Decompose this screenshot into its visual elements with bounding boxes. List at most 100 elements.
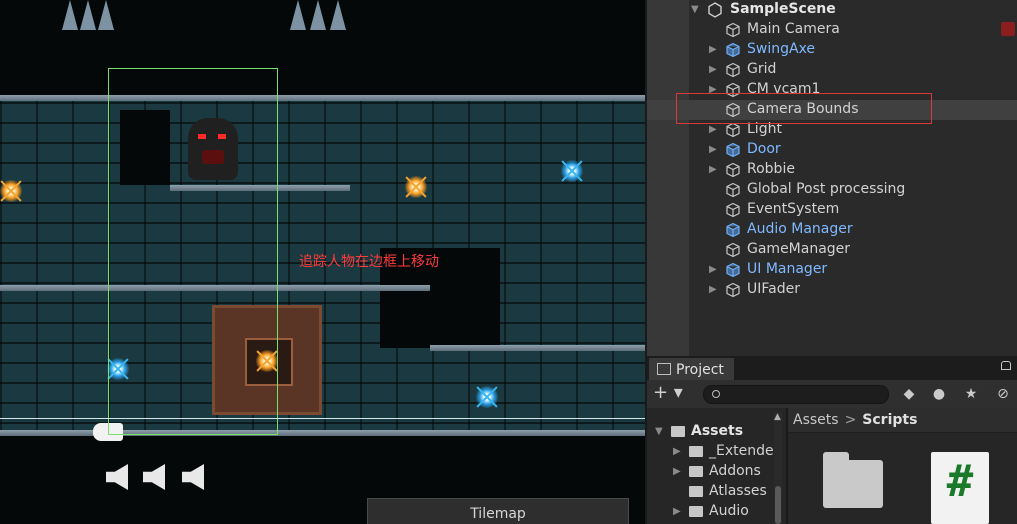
lamp-icon (561, 160, 583, 182)
scroll-up-arrow-icon[interactable]: ▲ (774, 412, 781, 422)
expand-arrow-icon[interactable]: ▶ (709, 124, 717, 135)
prefab-cube-icon (726, 42, 740, 58)
prefab-cube-icon (726, 262, 740, 278)
prefab-cube-icon (726, 222, 740, 238)
hierarchy-item[interactable]: Global Post processing (647, 180, 1017, 200)
project-folder-icon (657, 363, 671, 375)
folder-tree-item[interactable]: ▶ _Extende (647, 442, 785, 462)
spike-icon (330, 0, 346, 30)
hierarchy-item-label: Main Camera (747, 21, 840, 37)
project-panel[interactable]: Project + ▾ ◆ ● ★ ⊘ ▼ Assets ▶ _Extende ▶ Add… (645, 356, 1017, 524)
folder-icon (689, 486, 703, 497)
hierarchy-item[interactable]: ▶ Door (647, 140, 1017, 160)
gameobject-cube-icon (726, 162, 740, 178)
spike-icon (290, 0, 306, 30)
scene-name: SampleScene (730, 1, 836, 17)
lamp-icon (476, 386, 498, 408)
folder-tree-label: Assets (691, 423, 744, 439)
hidden-packages-icon[interactable]: ⊘ (993, 385, 1013, 403)
folder-icon (689, 446, 703, 457)
hierarchy-item-label: SwingAxe (747, 41, 816, 57)
gameobject-cube-icon (726, 22, 740, 38)
create-button[interactable]: + ▾ (653, 384, 683, 402)
csharp-script-icon[interactable]: # (931, 452, 989, 524)
gameobject-cube-icon (726, 182, 740, 198)
search-icon (712, 390, 720, 398)
script-glyph: # (946, 456, 974, 507)
tab-project-label: Project (676, 362, 724, 378)
hierarchy-item[interactable]: ▶ UI Manager (647, 260, 1017, 280)
hierarchy-item[interactable]: ▶ UIFader (647, 280, 1017, 300)
expand-arrow-icon[interactable]: ▶ (709, 164, 717, 175)
project-tab-bar: Project (647, 356, 1017, 380)
breadcrumb-scripts[interactable]: Scripts (862, 412, 917, 428)
annotation-text: 追踪人物在边框上移动 (299, 254, 439, 270)
folder-tree-item[interactable]: ▶ Addons (647, 462, 785, 482)
folder-tree-item[interactable]: Atlasses (647, 482, 785, 502)
torch-icon (0, 180, 22, 202)
camera-bounds-line (0, 418, 645, 419)
hierarchy-item-label: UIFader (747, 281, 800, 297)
tab-project[interactable]: Project (649, 358, 734, 380)
ceiling-ledge (0, 95, 645, 101)
hierarchy-item[interactable]: ▶ SwingAxe (647, 40, 1017, 60)
breadcrumb-separator: > (844, 412, 857, 428)
lock-icon[interactable] (1001, 361, 1011, 370)
hierarchy-item[interactable]: Audio Manager (647, 220, 1017, 240)
camera-dead-zone-frame (108, 68, 278, 435)
spike-icon (80, 0, 96, 30)
expand-arrow-icon[interactable]: ▶ (709, 284, 717, 295)
expand-arrow-icon[interactable]: ▶ (709, 144, 717, 155)
project-folder-tree[interactable]: ▼ Assets ▶ _Extende ▶ Addons Atlasses ▶ Audio (647, 408, 785, 524)
hierarchy-item[interactable]: Main Camera (647, 20, 1017, 40)
favorites-star-icon[interactable]: ★ (961, 385, 981, 403)
folder-icon (671, 426, 685, 437)
folder-icon (689, 506, 703, 517)
prefab-cube-icon (726, 142, 740, 158)
expand-arrow-icon[interactable]: ▶ (709, 44, 717, 55)
expand-arrow-icon[interactable]: ▼ (655, 426, 663, 437)
folder-tree-label: Addons (709, 463, 761, 479)
hierarchy-panel[interactable]: ▼ SampleScene Main Camera ▶ SwingAxe ▶ Grid ▶… (645, 0, 1017, 356)
search-by-label-icon[interactable]: ● (929, 385, 949, 403)
search-by-type-icon[interactable]: ◆ (899, 385, 919, 403)
folder-tree-label: Audio (709, 503, 749, 519)
hierarchy-item[interactable]: ▶ Robbie (647, 160, 1017, 180)
hierarchy-item-label: Global Post processing (747, 181, 906, 197)
scene-view[interactable]: 追踪人物在边框上移动 Tilemap (0, 0, 645, 524)
hierarchy-item-label: Grid (747, 61, 777, 77)
highlight-box (676, 93, 932, 124)
folder-icon (689, 466, 703, 477)
hierarchy-item[interactable]: EventSystem (647, 200, 1017, 220)
tilemap-tab[interactable]: Tilemap (367, 498, 629, 524)
unity-scene-icon (708, 2, 722, 18)
gameobject-cube-icon (726, 202, 740, 218)
spike-icon (98, 0, 114, 30)
folder-icon[interactable] (823, 452, 883, 508)
folder-tree-label: _Extende (709, 443, 774, 459)
expand-arrow-icon[interactable]: ▶ (709, 64, 717, 75)
gameobject-cube-icon (726, 242, 740, 258)
folder-tree-item[interactable]: ▶ Audio (647, 502, 785, 522)
folder-tree-label: Atlasses (709, 483, 767, 499)
hierarchy-item-label: Audio Manager (747, 221, 853, 237)
gameobject-cube-icon (726, 62, 740, 78)
torch-icon (405, 176, 427, 198)
expand-arrow-icon[interactable]: ▶ (673, 446, 681, 457)
expand-arrow-icon[interactable]: ▶ (709, 264, 717, 275)
hierarchy-item-label: Door (747, 141, 781, 157)
project-toolbar: + ▾ ◆ ● ★ ⊘ (647, 380, 1017, 408)
search-input[interactable] (703, 385, 889, 404)
folder-tree-item[interactable]: ▼ Assets (647, 422, 785, 442)
tree-scrollbar-thumb[interactable] (775, 486, 781, 524)
breadcrumb-assets[interactable]: Assets (793, 412, 839, 428)
spike-icon (310, 0, 326, 30)
expand-arrow-icon[interactable]: ▶ (673, 466, 681, 477)
hierarchy-item[interactable]: GameManager (647, 240, 1017, 260)
hierarchy-item[interactable]: ▶ Grid (647, 60, 1017, 80)
expand-arrow-icon[interactable]: ▶ (673, 506, 681, 517)
hierarchy-item-label: GameManager (747, 241, 851, 257)
hierarchy-item-label: EventSystem (747, 201, 840, 217)
scene-root-row[interactable]: ▼ SampleScene (647, 0, 1017, 20)
expand-arrow-icon[interactable]: ▼ (691, 4, 699, 15)
